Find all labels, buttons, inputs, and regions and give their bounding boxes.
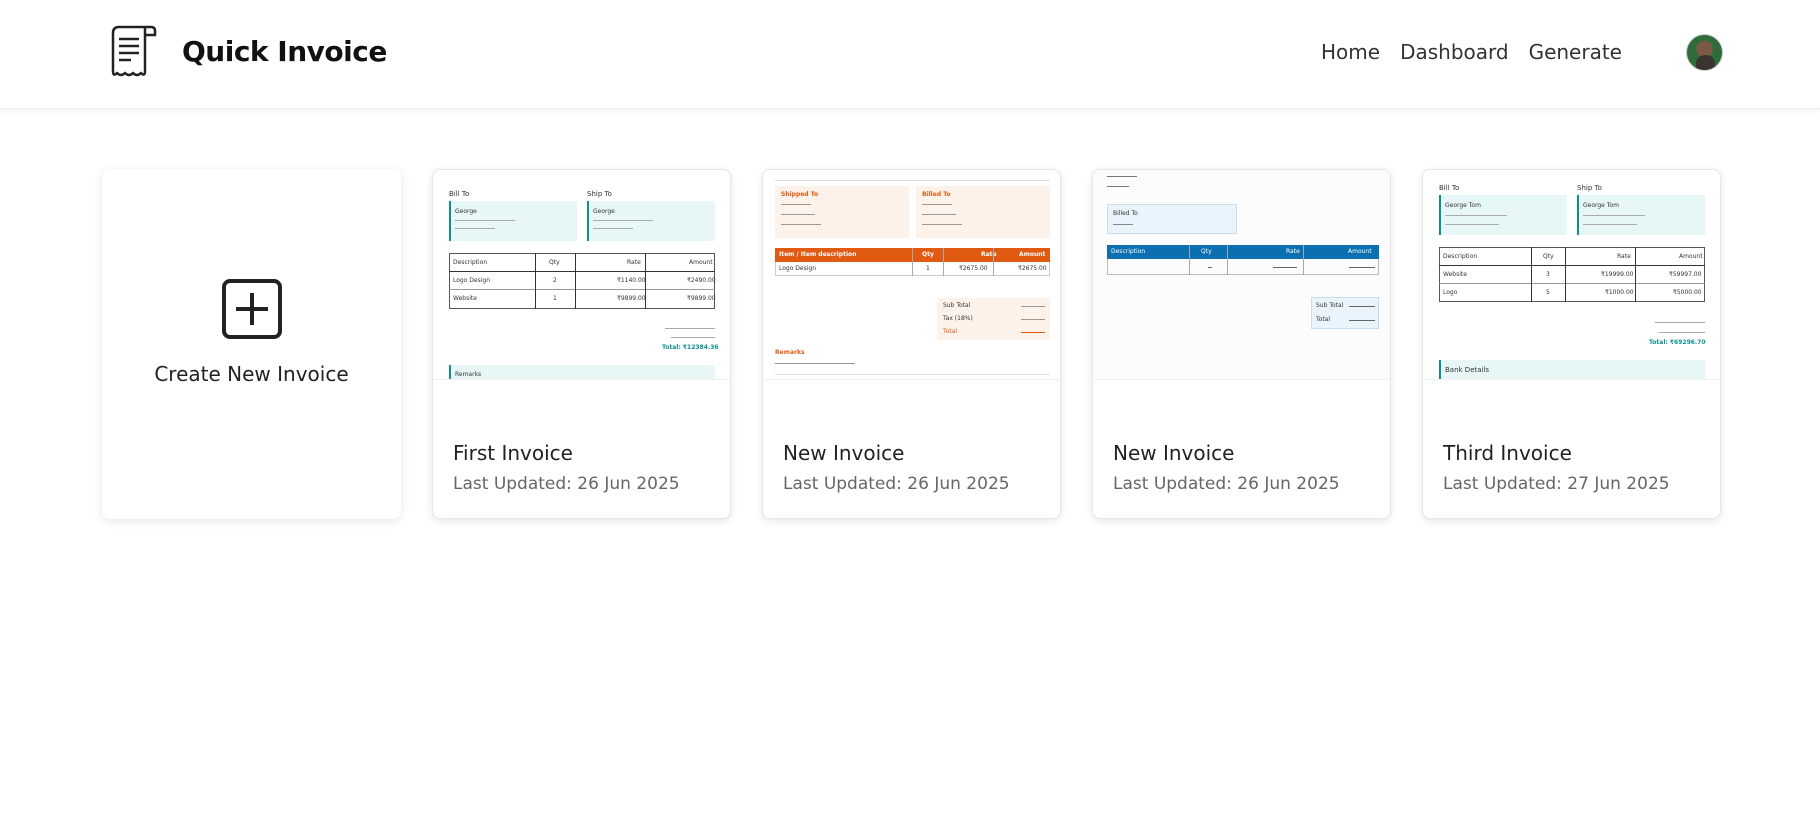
preview-table xyxy=(1439,247,1705,302)
invoice-preview-thumbnail: Shipped To Billed To Item / Item descrip… xyxy=(763,170,1060,380)
nav-home-link[interactable]: Home xyxy=(1321,40,1380,64)
preview-sub-total-label: Sub Total xyxy=(943,302,971,309)
preview-total-label: Total xyxy=(943,328,958,335)
preview-table-row xyxy=(1107,259,1379,275)
nav-dashboard-link[interactable]: Dashboard xyxy=(1400,40,1509,64)
preview-cell: Logo Design xyxy=(779,265,817,272)
preview-cell: Logo xyxy=(1443,289,1458,296)
main-nav: Home Dashboard Generate xyxy=(1301,40,1674,64)
preview-cell: 3 xyxy=(1546,271,1550,278)
preview-cell: ₹9899.00 xyxy=(617,295,646,302)
preview-ship-name: George xyxy=(593,208,615,215)
preview-col-rate: Rate xyxy=(1286,248,1300,255)
receipt-icon[interactable] xyxy=(107,25,157,79)
invoice-title: Third Invoice xyxy=(1443,441,1572,465)
preview-cell: 2 xyxy=(553,277,557,284)
app-header: Quick Invoice Home Dashboard Generate xyxy=(0,0,1820,109)
invoice-last-updated: Last Updated: 26 Jun 2025 xyxy=(453,474,680,494)
preview-cell: Website xyxy=(453,295,477,302)
app-brand-title[interactable]: Quick Invoice xyxy=(182,35,387,68)
preview-remarks-box xyxy=(449,365,715,379)
preview-table-header xyxy=(1107,245,1379,259)
preview-cell: 1 xyxy=(553,295,557,302)
user-avatar[interactable] xyxy=(1686,34,1723,71)
preview-col-rate: Rate xyxy=(981,251,997,258)
preview-col-rate: Rate xyxy=(627,259,641,266)
preview-shipped-to-label: Shipped To xyxy=(781,191,819,198)
preview-cell: ₹9899.00 xyxy=(687,295,716,302)
preview-total: Total: ₹12384.36 xyxy=(662,344,719,351)
invoice-card[interactable]: Shipped To Billed To Item / Item descrip… xyxy=(762,169,1061,519)
invoice-preview-thumbnail: Billed To Description Qty Rate Amount Su… xyxy=(1093,170,1390,380)
preview-cell: ₹2675.00 xyxy=(959,265,988,272)
preview-bank-label: Bank Details xyxy=(1445,366,1490,374)
preview-col-amount: Amount xyxy=(1348,248,1372,255)
preview-remarks-label: Remarks xyxy=(455,371,482,378)
preview-bill-box xyxy=(449,201,577,241)
preview-billed-box xyxy=(1107,204,1237,234)
invoice-title: First Invoice xyxy=(453,441,573,465)
plus-square-icon xyxy=(222,279,282,339)
preview-tax-label: Tax (18%) xyxy=(943,315,973,322)
preview-bill-name: George Tom xyxy=(1445,202,1481,209)
preview-billed-to-label: Billed To xyxy=(1113,210,1138,217)
create-invoice-label: Create New Invoice xyxy=(154,362,349,386)
preview-total-label: Total xyxy=(1316,316,1331,323)
preview-cell: ₹5000.00 xyxy=(1673,289,1702,296)
invoice-preview-thumbnail: Bill To Ship To George Tom George Tom De… xyxy=(1423,170,1720,380)
preview-col-description: Description xyxy=(453,259,488,266)
preview-col-description: Description xyxy=(1443,253,1478,260)
preview-ship-box xyxy=(587,201,715,241)
preview-cell: ₹19999.00 xyxy=(1601,271,1634,278)
preview-cell: Website xyxy=(1443,271,1467,278)
invoice-last-updated: Last Updated: 26 Jun 2025 xyxy=(1113,474,1340,494)
preview-cell: ₹59997.00 xyxy=(1669,271,1702,278)
invoice-preview-thumbnail: Bill To Ship To George George Descriptio… xyxy=(433,170,730,380)
invoice-card[interactable]: Bill To Ship To George Tom George Tom De… xyxy=(1422,169,1721,519)
preview-col-amount: Amount xyxy=(689,259,713,266)
preview-col-qty: Qty xyxy=(549,259,560,266)
preview-col-item: Item / Item description xyxy=(779,251,857,258)
preview-bill-to-label: Bill To xyxy=(1439,184,1460,192)
preview-billed-to-label: Billed To xyxy=(922,191,951,198)
preview-cell: ₹1000.00 xyxy=(1605,289,1634,296)
preview-bill-to-label: Bill To xyxy=(449,190,470,198)
invoice-title: New Invoice xyxy=(783,441,905,465)
nav-generate-link[interactable]: Generate xyxy=(1529,40,1622,64)
invoice-last-updated: Last Updated: 26 Jun 2025 xyxy=(783,474,1010,494)
preview-col-rate: Rate xyxy=(1617,253,1631,260)
preview-ship-name: George Tom xyxy=(1583,202,1619,209)
preview-bill-name: George xyxy=(455,208,477,215)
preview-col-qty: Qty xyxy=(922,251,934,258)
preview-total: Total: ₹69296.70 xyxy=(1649,339,1706,346)
preview-remarks-label: Remarks xyxy=(775,349,805,356)
preview-cell: 1 xyxy=(926,265,930,272)
preview-cell: ₹2675.00 xyxy=(1018,265,1047,272)
invoice-card[interactable]: Bill To Ship To George George Descriptio… xyxy=(432,169,731,519)
preview-col-amount: Amount xyxy=(1679,253,1703,260)
create-invoice-card[interactable]: Create New Invoice xyxy=(102,169,401,519)
preview-col-qty: Qty xyxy=(1201,248,1212,255)
preview-cell: Logo Design xyxy=(453,277,491,284)
preview-cell: 5 xyxy=(1546,289,1550,296)
preview-sub-total-label: Sub Total xyxy=(1316,302,1344,309)
invoice-card[interactable]: Billed To Description Qty Rate Amount Su… xyxy=(1092,169,1391,519)
preview-cell: ₹2490.00 xyxy=(687,277,716,284)
preview-col-amount: Amount xyxy=(1019,251,1046,258)
preview-cell: ₹1140.00 xyxy=(617,277,646,284)
invoice-last-updated: Last Updated: 27 Jun 2025 xyxy=(1443,474,1670,494)
preview-col-description: Description xyxy=(1111,248,1146,255)
invoice-title: New Invoice xyxy=(1113,441,1235,465)
preview-ship-to-label: Ship To xyxy=(1577,184,1602,192)
preview-col-qty: Qty xyxy=(1543,253,1554,260)
preview-ship-to-label: Ship To xyxy=(587,190,612,198)
